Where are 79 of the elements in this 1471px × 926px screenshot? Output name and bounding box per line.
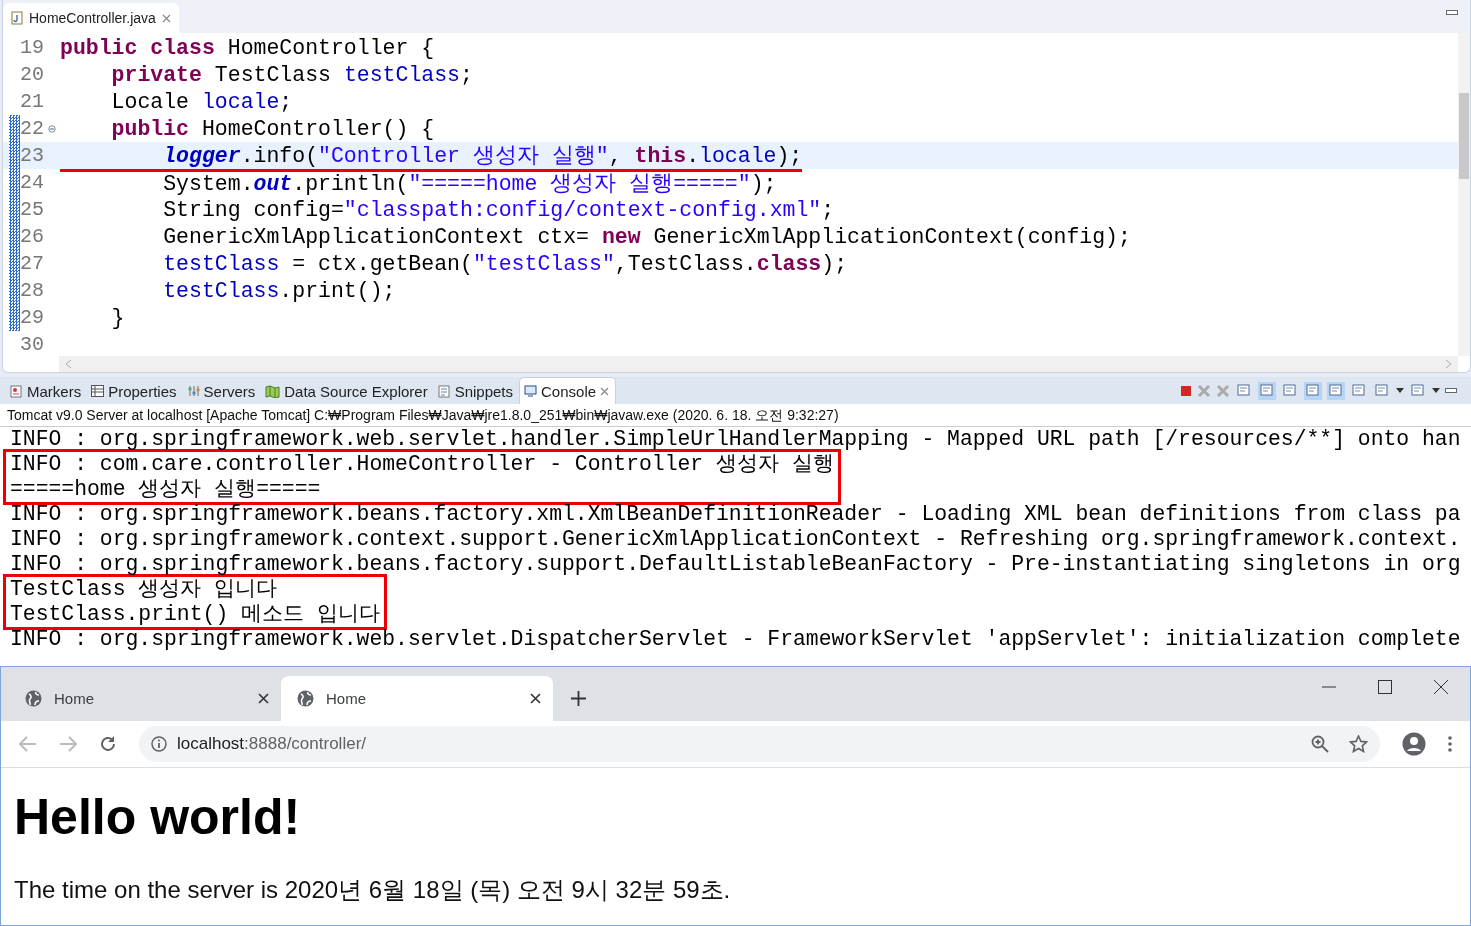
new-tab-icon[interactable] bbox=[571, 691, 586, 707]
code-line: String config="classpath:config/context-config.xml"; bbox=[162, 197, 835, 222]
line-number: 21 bbox=[20, 90, 45, 113]
line-number: 28 bbox=[20, 279, 45, 302]
console-line: INFO : org.springframework.beans.factory.support.DefaultListableBeanFactory - Pre-instantiating singletons in org bbox=[10, 552, 1462, 577]
console-line: INFO : org.springframework.context.support.GenericXmlApplicationContext - Refreshing org.springframework.context. bbox=[10, 527, 1462, 552]
console-line: INFO : org.springframework.web.servlet.DispatcherServlet - FrameworkServlet 'appServlet': initialization complete bbox=[10, 627, 1462, 652]
view-tab[interactable]: Markers bbox=[6, 378, 88, 404]
info-icon bbox=[151, 736, 167, 753]
page-paragraph: The time on the server is 2020년 6월 18일 (목) 오전 9시 32분 59초. bbox=[14, 875, 732, 906]
line-number: 26 bbox=[20, 225, 45, 248]
vertical-scrollbar[interactable] bbox=[1458, 33, 1470, 356]
minimize-icon[interactable] bbox=[1445, 387, 1457, 394]
line-number: 24 bbox=[20, 171, 45, 194]
page-heading: Hello world! bbox=[14, 788, 302, 847]
line-number: 20 bbox=[20, 63, 45, 86]
editor-tab[interactable]: HomeController.java bbox=[3, 3, 179, 33]
remove-icon[interactable] bbox=[1197, 383, 1211, 398]
console-line: INFO : org.springframework.beans.factory.xml.XmlBeanDefinitionReader - Loading XML bean definitions from class pa bbox=[10, 502, 1462, 527]
code-line: private TestClass testClass; bbox=[110, 62, 473, 87]
line-number: 30 bbox=[20, 333, 45, 356]
map-icon bbox=[265, 384, 281, 398]
minimize-icon[interactable] bbox=[1446, 10, 1458, 16]
table-icon bbox=[91, 385, 105, 397]
line-number: 23 bbox=[20, 144, 45, 167]
remove-all-icon[interactable] bbox=[1216, 383, 1230, 398]
globe-icon bbox=[297, 690, 314, 708]
monitor-icon bbox=[524, 385, 537, 397]
menu-icon[interactable] bbox=[1448, 736, 1452, 753]
line-number: 25 bbox=[20, 198, 45, 221]
close-icon[interactable] bbox=[1434, 680, 1448, 695]
code-line: public class HomeController { bbox=[60, 35, 435, 60]
console-line: INFO : com.care.controller.HomeController - Controller 생성자 실행 bbox=[10, 452, 834, 477]
markers-icon bbox=[10, 384, 23, 398]
view-tab[interactable]: Properties bbox=[87, 378, 183, 404]
code-line: GenericXmlApplicationContext ctx= new GenericXmlApplicationContext(config); bbox=[162, 224, 1131, 249]
code-line: testClass = ctx.getBean("testClass",TestClass.class); bbox=[162, 251, 848, 276]
view-tab[interactable]: Data Source Explorer bbox=[261, 378, 434, 404]
console-line: =====home 생성자 실행===== bbox=[10, 477, 322, 502]
forward-icon[interactable] bbox=[59, 736, 77, 753]
reload-icon[interactable] bbox=[99, 735, 117, 754]
horizontal-scrollbar[interactable] bbox=[59, 356, 1458, 372]
caret-icon[interactable] bbox=[1432, 388, 1440, 393]
code-line: } bbox=[110, 305, 125, 330]
line-number: 29 bbox=[20, 306, 45, 329]
caret-icon[interactable] bbox=[1396, 388, 1404, 393]
globe-icon bbox=[25, 690, 42, 708]
console-line: INFO : org.springframework.web.servlet.handler.SimpleUrlHandlerMapping - Mapped URL path [/resources/**] onto han bbox=[10, 427, 1462, 452]
code-line: testClass.print(); bbox=[162, 278, 396, 303]
back-icon[interactable] bbox=[19, 736, 37, 753]
view-tab[interactable]: Servers bbox=[182, 378, 262, 404]
snippets-icon bbox=[437, 384, 451, 398]
fold-icon[interactable] bbox=[48, 124, 56, 133]
close-icon[interactable] bbox=[530, 693, 541, 705]
servers-icon bbox=[186, 385, 200, 397]
line-number: 19 bbox=[20, 36, 45, 59]
browser-tab[interactable]: Home bbox=[281, 676, 553, 722]
browser-tab[interactable]: Home bbox=[9, 676, 281, 722]
code-line: System.out.println("=====home 생성자 실행====="); bbox=[162, 171, 777, 197]
code-line: logger.info("Controller 생성자 실행", this.locale); bbox=[60, 139, 803, 172]
java-file-icon bbox=[11, 11, 23, 25]
zoom-icon[interactable] bbox=[1311, 735, 1329, 754]
view-tab[interactable]: Snippets bbox=[433, 378, 519, 404]
scroll-right-icon[interactable] bbox=[1445, 359, 1452, 369]
view-tab[interactable]: Console bbox=[519, 377, 617, 404]
close-icon[interactable] bbox=[258, 693, 269, 705]
console-header: Tomcat v9.0 Server at localhost [Apache Tomcat] C:₩Program Files₩Java₩jre1.8.0_251₩bin₩javaw.exe (2020. 6. 18. 오전 9:32:27) bbox=[0, 404, 1471, 427]
maximize-icon[interactable] bbox=[1378, 680, 1392, 695]
address-field[interactable]: localhost:8888/controller/ bbox=[139, 726, 1380, 763]
stop-icon[interactable] bbox=[1180, 384, 1192, 397]
account-icon[interactable] bbox=[1402, 732, 1426, 757]
star-icon[interactable] bbox=[1349, 735, 1368, 754]
code-line: public HomeController() { bbox=[110, 116, 435, 141]
code-line: Locale locale; bbox=[110, 89, 293, 114]
console-line: TestClass.print() 메소드 입니다 bbox=[10, 602, 380, 627]
scroll-left-icon[interactable] bbox=[65, 359, 72, 369]
console-line: TestClass 생성자 입니다 bbox=[10, 577, 279, 602]
line-number: 22 bbox=[20, 117, 45, 140]
line-number: 27 bbox=[20, 252, 45, 275]
